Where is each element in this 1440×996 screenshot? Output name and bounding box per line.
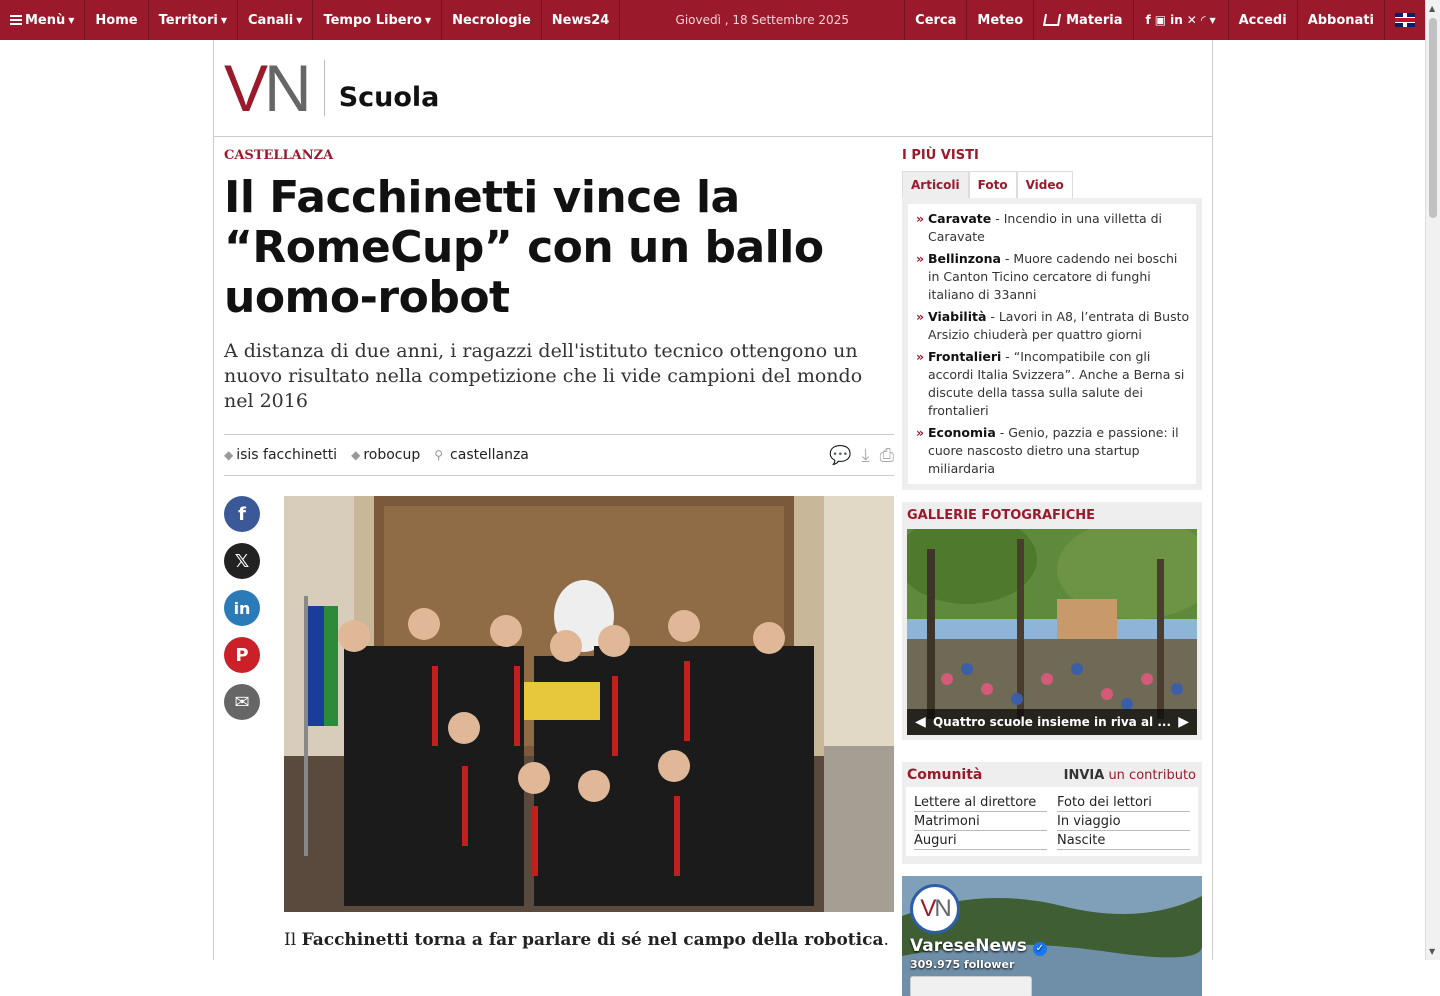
community-link[interactable]: Nascite [1057, 831, 1190, 850]
facebook-follow-button[interactable] [910, 976, 1032, 996]
article-main: CASTELLANZA Il Facchinetti vince la “Rom… [224, 148, 894, 476]
tag-icon: ◆ [224, 448, 234, 462]
community-link[interactable]: Lettere al direttore [914, 793, 1047, 812]
facebook-avatar: VN [910, 884, 960, 934]
caret-down-icon: ▼ [424, 15, 432, 25]
uk-flag-icon [1395, 13, 1415, 27]
community-link[interactable]: Foto dei lettori [1057, 793, 1190, 812]
most-read-item[interactable]: Frontalieri - “Incompatibile con gli acc… [914, 348, 1190, 420]
section-title[interactable]: Scuola [339, 82, 440, 113]
scrollbar-thumb[interactable] [1429, 18, 1437, 218]
gallery-image[interactable]: Quattro scuole insieme in riva al ... ◀ … [907, 529, 1197, 735]
tag-link[interactable]: ◆ robocup [351, 447, 420, 463]
community-title: Comunità [907, 767, 983, 783]
print-icon[interactable]: ⎙ [880, 445, 894, 466]
linkedin-icon[interactable]: in [1170, 13, 1183, 27]
location-link[interactable]: ⚲ castellanza [434, 447, 529, 463]
facebook-page-name[interactable]: VareseNews ✓ [910, 936, 1047, 956]
most-read-item[interactable]: Viabilità - Lavori in A8, l’entrata di B… [914, 308, 1190, 344]
comment-icon[interactable]: 💬 [829, 445, 851, 466]
share-buttons: f 𝕏 in P ✉ [224, 496, 260, 731]
materia-link[interactable]: Materia [1034, 0, 1134, 40]
nav-necrologie[interactable]: Necrologie [442, 0, 542, 40]
sidebar: I PIÙ VISTI Articoli Foto Video Caravate… [902, 148, 1202, 996]
community-link[interactable]: Matrimoni [914, 812, 1047, 831]
article-kicker[interactable]: CASTELLANZA [224, 148, 894, 163]
community-link[interactable]: In viaggio [1057, 812, 1190, 831]
nav-territori[interactable]: Territori ▼ [149, 0, 239, 40]
article-tags-bar: ◆ isis facchinetti ◆ robocup ⚲ castellanza … [224, 434, 894, 476]
article-body: Il Facchinetti torna a far parlare di sé… [284, 930, 894, 950]
caret-down-icon: ▼ [68, 15, 75, 25]
facebook-share-icon[interactable]: f [224, 496, 260, 532]
map-pin-icon: ⚲ [434, 448, 444, 462]
most-read-item[interactable]: Economia - Genio, pazzia e passione: il … [914, 424, 1190, 478]
community-link[interactable]: Auguri [914, 831, 1047, 850]
header-divider [323, 60, 325, 116]
photo-gallery-box: GALLERIE FOTOGRAFICHE Quattro scuole ins… [902, 502, 1202, 740]
gallery-title: GALLERIE FOTOGRAFICHE [907, 508, 1096, 523]
most-read-tabs: Articoli Foto Video [902, 171, 1202, 198]
caret-down-icon: ▼ [296, 15, 303, 25]
tab-articoli[interactable]: Articoli [902, 171, 969, 198]
nav-tempo-libero[interactable]: Tempo Libero ▼ [313, 0, 443, 40]
most-read-box: Caravate - Incendio in una villetta di C… [902, 198, 1202, 490]
weather-link[interactable]: Meteo [967, 0, 1035, 40]
gallery-next-icon[interactable]: ▶ [1178, 714, 1189, 730]
menu-button[interactable]: Menù ▼ [0, 0, 86, 40]
tag-icon: ◆ [351, 448, 361, 462]
search-link[interactable]: Cerca [905, 0, 968, 40]
gallery-caption[interactable]: Quattro scuole insieme in riva al ... [907, 709, 1197, 735]
gallery-photo-illustration [907, 529, 1197, 735]
current-date: Giovedì , 18 Settembre 2025 [620, 0, 906, 40]
article-title: Il Facchinetti vince la “RomeCup” con un… [224, 172, 824, 323]
nav-canali[interactable]: Canali ▼ [238, 0, 314, 40]
subscribe-link[interactable]: Abbonati [1298, 0, 1385, 40]
download-icon[interactable]: ⤓ [862, 445, 870, 466]
x-share-icon[interactable]: 𝕏 [224, 543, 260, 579]
gallery-prev-icon[interactable]: ◀ [915, 714, 926, 730]
pinterest-share-icon[interactable]: P [224, 637, 260, 673]
instagram-icon[interactable]: ▣ [1155, 13, 1166, 27]
scrollbar[interactable]: ▲ ▼ [1425, 0, 1440, 960]
tab-video[interactable]: Video [1016, 171, 1073, 198]
rss-icon[interactable]: ◜ [1201, 13, 1206, 27]
x-icon[interactable]: ✕ [1187, 13, 1197, 27]
tag-link[interactable]: ◆ isis facchinetti [224, 447, 337, 463]
site-header: VN Scuola [214, 40, 1212, 137]
article-photo[interactable] [284, 496, 894, 912]
group-photo-illustration [284, 496, 894, 912]
social-links: f ▣ in ✕ ◜ ▼ [1134, 0, 1229, 40]
nav-news24[interactable]: News24 [542, 0, 621, 40]
facebook-page-widget[interactable]: VN VareseNews ✓ 309.975 follower [902, 876, 1202, 996]
community-box: Comunità INVIA un contributo Lettere al … [902, 762, 1202, 864]
verified-badge-icon: ✓ [1032, 942, 1047, 956]
materia-logo-icon [1043, 14, 1062, 26]
hamburger-icon [10, 15, 22, 25]
caret-down-icon[interactable]: ▼ [1209, 16, 1215, 25]
article-subtitle: A distanza di due anni, i ragazzi dell'i… [224, 340, 863, 412]
most-read-title: I PIÙ VISTI [902, 148, 979, 163]
language-switch[interactable] [1385, 0, 1425, 40]
most-read-item[interactable]: Caravate - Incendio in una villetta di C… [914, 210, 1190, 246]
most-read-item[interactable]: Bellinzona - Muore cadendo nei boschi in… [914, 250, 1190, 304]
top-navigation-bar: Menù ▼ Home Territori ▼ Canali ▼ Tempo Libe… [0, 0, 1425, 40]
send-contribution-link[interactable]: INVIA un contributo [1064, 768, 1196, 783]
scroll-down-arrow-icon[interactable]: ▼ [1429, 947, 1435, 956]
page-container: VN Scuola CASTELLANZA Il Facchinetti vin… [213, 40, 1213, 996]
site-logo[interactable]: VN [224, 55, 312, 121]
login-link[interactable]: Accedi [1229, 0, 1298, 40]
article-tools: 💬 ⤓ ⎙ [829, 445, 894, 466]
facebook-icon[interactable]: f [1146, 13, 1151, 27]
scroll-up-arrow-icon[interactable]: ▲ [1429, 4, 1435, 13]
nav-home[interactable]: Home [85, 0, 149, 40]
caret-down-icon: ▼ [220, 15, 228, 25]
email-share-icon[interactable]: ✉ [224, 684, 260, 720]
linkedin-share-icon[interactable]: in [224, 590, 260, 626]
tab-foto[interactable]: Foto [968, 171, 1017, 198]
